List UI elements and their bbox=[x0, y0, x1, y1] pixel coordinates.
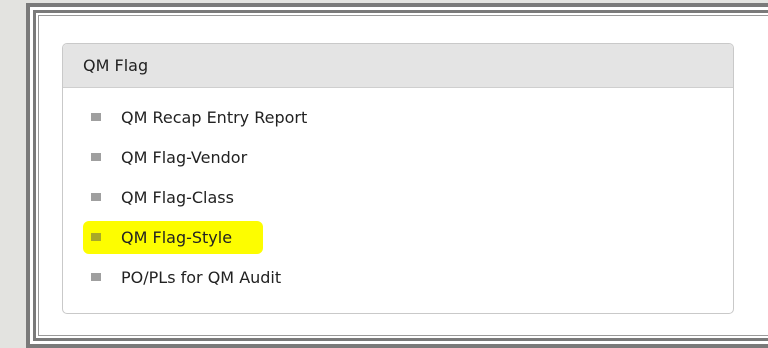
panel-title: QM Flag bbox=[83, 56, 149, 75]
panel-header: QM Flag bbox=[63, 44, 733, 88]
menu-item-label[interactable]: QM Recap Entry Report bbox=[121, 108, 307, 127]
menu-item-label[interactable]: QM Flag-Style bbox=[121, 228, 232, 247]
menu-item-qm-flag-class[interactable]: QM Flag-Class bbox=[63, 177, 733, 217]
menu-item-po-pls-for-qm-audit[interactable]: PO/PLs for QM Audit bbox=[63, 257, 733, 297]
menu-item-qm-recap-entry-report[interactable]: QM Recap Entry Report bbox=[63, 97, 733, 137]
qm-flag-panel: QM Flag QM Recap Entry Report QM Flag-Ve… bbox=[62, 43, 734, 314]
menu-item-label[interactable]: QM Flag-Class bbox=[121, 188, 234, 207]
menu-list: QM Recap Entry Report QM Flag-Vendor QM … bbox=[63, 97, 733, 297]
menu-item-label[interactable]: PO/PLs for QM Audit bbox=[121, 268, 281, 287]
square-bullet-icon bbox=[91, 273, 101, 281]
menu-item-label[interactable]: QM Flag-Vendor bbox=[121, 148, 247, 167]
menu-item-qm-flag-vendor[interactable]: QM Flag-Vendor bbox=[63, 137, 733, 177]
square-bullet-icon bbox=[91, 113, 101, 121]
menu-item-qm-flag-style[interactable]: QM Flag-Style bbox=[63, 217, 733, 257]
square-bullet-icon bbox=[91, 153, 101, 161]
square-bullet-icon bbox=[91, 233, 101, 241]
square-bullet-icon bbox=[91, 193, 101, 201]
